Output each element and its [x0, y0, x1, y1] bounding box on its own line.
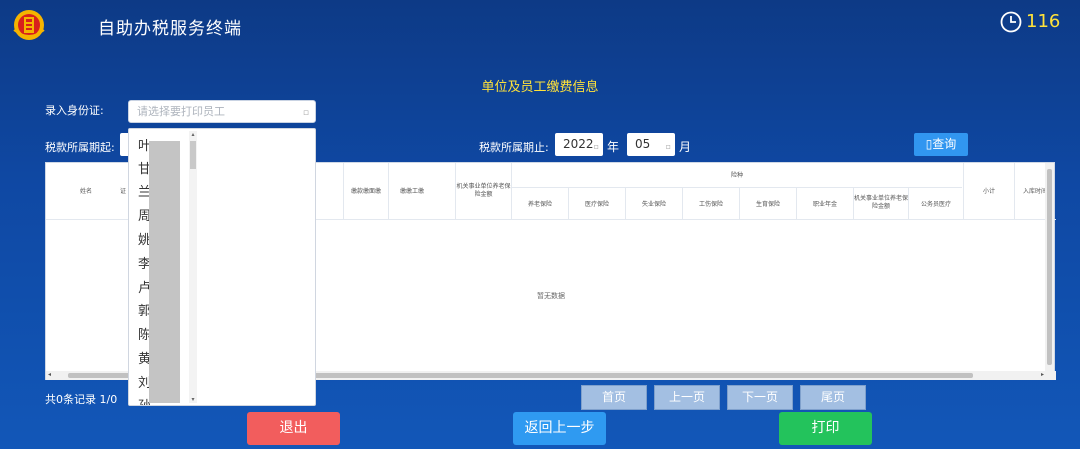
spinner-icon[interactable]: ▫: [594, 138, 599, 155]
dropdown-scrollbar[interactable]: ▴ ▾: [189, 131, 197, 403]
divider: [512, 187, 962, 188]
col-medical: 医疗保险: [584, 201, 609, 208]
col-unemployment: 失业保险: [641, 201, 666, 208]
page-title: 单位及员工缴费信息: [481, 80, 599, 95]
countdown-timer: 116: [1026, 11, 1061, 32]
record-count: 共0条记录 1/0: [45, 393, 118, 406]
col-maternity: 生育保险: [755, 201, 780, 208]
header: 自助办税服务终端 116: [0, 0, 1080, 52]
employee-select-placeholder: 请选择要打印员工: [137, 105, 225, 118]
end-year-value: 2022: [563, 137, 594, 151]
period-start-label: 税款所属期起:: [45, 141, 115, 154]
period-end-month-field[interactable]: 05 ▫: [627, 133, 675, 156]
employee-select[interactable]: 请选择要打印员工 ▫: [128, 100, 316, 123]
scroll-right-icon[interactable]: ▸: [1041, 371, 1044, 378]
app-title: 自助办税服务终端: [98, 19, 242, 39]
col-id: 证: [119, 188, 126, 195]
back-button[interactable]: 返回上一步: [513, 412, 606, 445]
year-unit: 年: [607, 140, 620, 154]
id-label: 录入身份证:: [45, 104, 104, 117]
tax-emblem-icon: [13, 10, 45, 40]
employee-dropdown: 叶 甘 兰 周 姚 李 卢 郭 陈 黄 刘 孙 ▴ ▾: [128, 128, 316, 406]
scroll-down-icon[interactable]: ▾: [189, 396, 197, 403]
scroll-left-icon[interactable]: ◂: [48, 371, 51, 378]
last-page-button[interactable]: 尾页: [800, 385, 866, 410]
period-end-year-field[interactable]: 2022 ▫: [555, 133, 603, 156]
print-button[interactable]: 打印: [779, 412, 872, 445]
month-unit: 月: [679, 140, 692, 154]
period-end-label: 税款所属期止:: [479, 141, 549, 154]
scroll-up-icon[interactable]: ▴: [189, 131, 197, 138]
spinner-icon[interactable]: ▫: [666, 138, 671, 155]
col-pay-base: 缴款缴面缴: [350, 188, 381, 195]
exit-button[interactable]: 退出: [247, 412, 340, 445]
next-page-button[interactable]: 下一页: [727, 385, 793, 410]
prev-page-button[interactable]: 上一页: [654, 385, 720, 410]
col-types: 险种: [730, 172, 743, 179]
col-injury: 工伤保险: [698, 201, 723, 208]
vertical-scrollbar[interactable]: [1045, 163, 1054, 371]
col-avg-wage: 缴缴工缴: [399, 188, 424, 195]
query-button[interactable]: ▯查询: [914, 133, 968, 156]
clock-icon: [1000, 11, 1022, 33]
col-occupational: 职业年金: [812, 201, 837, 208]
redaction-block: [149, 141, 180, 403]
end-month-value: 05: [635, 137, 651, 151]
col-pension: 养老保险: [527, 201, 552, 208]
caret-icon: ▫: [302, 108, 309, 118]
first-page-button[interactable]: 首页: [581, 385, 647, 410]
col-civil-medical: 公务员医疗: [920, 201, 951, 208]
col-org-pension-base: 机关事业单位养老保险金额: [456, 183, 511, 198]
col-org-pension: 机关事业单位养老保险金额: [854, 195, 909, 210]
col-name: 姓名: [79, 188, 92, 195]
col-subtotal: 小计: [982, 188, 995, 195]
